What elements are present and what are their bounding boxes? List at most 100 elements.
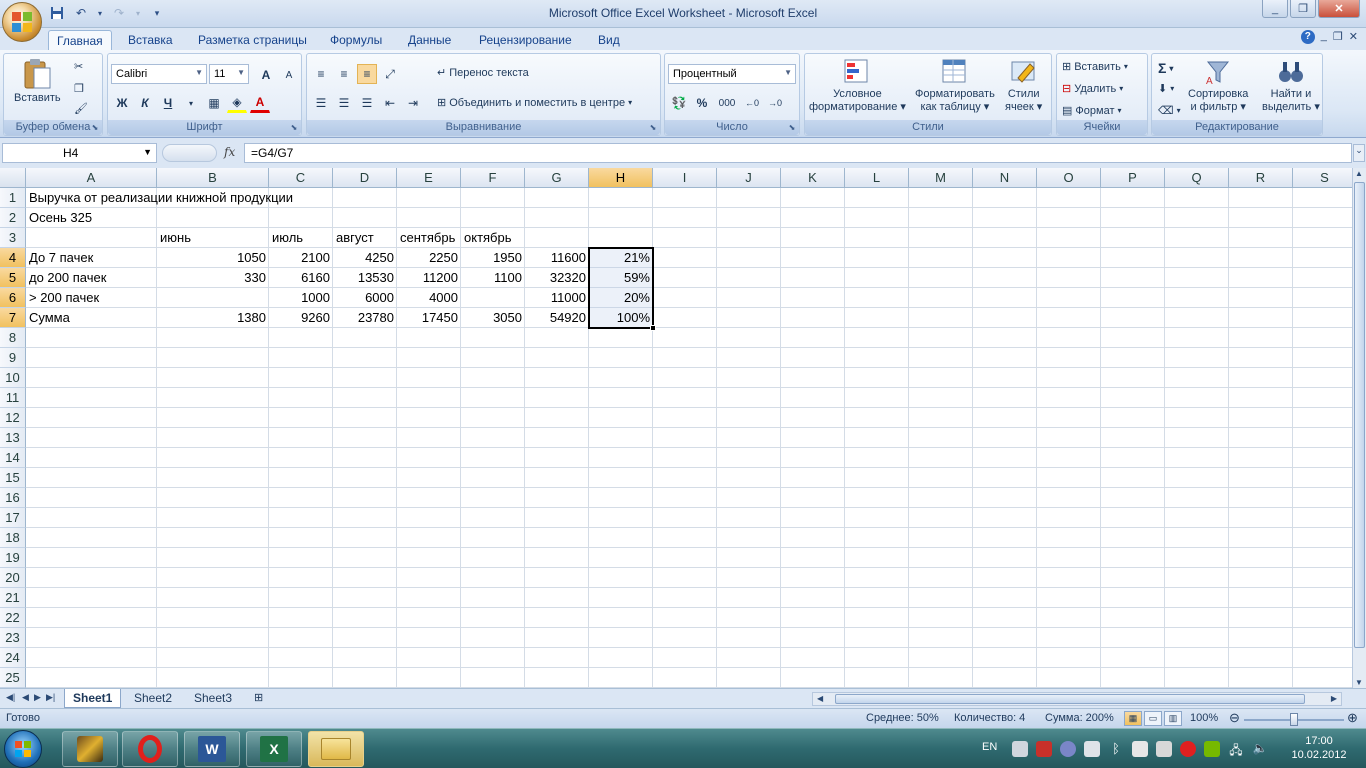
row-header[interactable]: 16 bbox=[0, 488, 26, 508]
orientation-icon[interactable]: ⤢ bbox=[380, 64, 400, 84]
column-header[interactable]: N bbox=[973, 168, 1037, 188]
cell-a1[interactable]: Выручка от реализации книжной продукции bbox=[26, 188, 293, 208]
redo-icon[interactable]: ↷ bbox=[110, 4, 128, 22]
cell-f7[interactable]: 3050 bbox=[461, 308, 525, 328]
tab-review[interactable]: Рецензирование bbox=[471, 30, 580, 50]
workbook-restore-icon[interactable]: ❐ bbox=[1333, 30, 1343, 44]
column-header[interactable]: C bbox=[269, 168, 333, 188]
font-launcher-icon[interactable]: ⬊ bbox=[289, 123, 299, 133]
office-button[interactable] bbox=[2, 2, 42, 42]
zoom-in-icon[interactable]: ⊕ bbox=[1347, 710, 1358, 726]
taskbar-app-excel[interactable]: X bbox=[246, 731, 302, 767]
taskbar-app-game[interactable] bbox=[62, 731, 118, 767]
cell-e7[interactable]: 17450 bbox=[397, 308, 461, 328]
restore-button[interactable]: ❐ bbox=[1290, 0, 1316, 18]
page-break-view-icon[interactable]: ▥ bbox=[1164, 711, 1182, 726]
column-header[interactable]: L bbox=[845, 168, 909, 188]
cell-b3[interactable]: июнь bbox=[157, 228, 269, 248]
workbook-minimize-icon[interactable]: _ bbox=[1321, 30, 1327, 44]
cell-h6[interactable]: 20% bbox=[589, 288, 653, 308]
column-header[interactable]: H bbox=[589, 168, 653, 188]
zoom-slider-thumb[interactable] bbox=[1290, 713, 1298, 726]
currency-icon[interactable]: 💱 bbox=[669, 93, 689, 113]
row-header[interactable]: 3 bbox=[0, 228, 26, 248]
align-left-icon[interactable]: ☰ bbox=[311, 93, 331, 113]
align-bottom-icon[interactable]: ≡ bbox=[357, 64, 377, 84]
name-box[interactable]: H4 ▼ bbox=[2, 143, 157, 163]
bluetooth-icon[interactable]: ᛒ bbox=[1108, 741, 1124, 757]
scroll-down-icon[interactable]: ▼ bbox=[1355, 678, 1363, 687]
fill-color-icon[interactable]: ◈ bbox=[227, 93, 247, 113]
row-header[interactable]: 24 bbox=[0, 648, 26, 668]
clipboard-launcher-icon[interactable]: ⬊ bbox=[90, 123, 100, 133]
formula-bar-splitter[interactable] bbox=[162, 144, 217, 162]
borders-icon[interactable]: ▦ bbox=[204, 93, 224, 113]
help-icon[interactable]: ? bbox=[1300, 30, 1315, 44]
minimize-button[interactable]: _ bbox=[1262, 0, 1288, 18]
sheet-tab-sheet2[interactable]: Sheet2 bbox=[126, 689, 180, 708]
cell-b5[interactable]: 330 bbox=[157, 268, 269, 288]
column-header[interactable]: A bbox=[26, 168, 157, 188]
format-as-table-button[interactable]: Форматировать как таблицу ▾ bbox=[915, 58, 995, 114]
row-header[interactable]: 21 bbox=[0, 588, 26, 608]
taskbar-app-word[interactable]: W bbox=[184, 731, 240, 767]
insert-function-icon[interactable]: fx bbox=[224, 145, 235, 159]
column-header[interactable]: S bbox=[1293, 168, 1352, 188]
column-header[interactable]: F bbox=[461, 168, 525, 188]
cell-b4[interactable]: 1050 bbox=[157, 248, 269, 268]
tray-icon-4[interactable] bbox=[1084, 741, 1100, 757]
close-button[interactable]: ✕ bbox=[1318, 0, 1360, 18]
cell-c6[interactable]: 1000 bbox=[269, 288, 333, 308]
insert-cells-button[interactable]: ⊞ Вставить ▾ bbox=[1062, 60, 1128, 74]
customize-qat-icon[interactable]: ▾ bbox=[148, 4, 166, 22]
underline-dropdown-icon[interactable]: ▾ bbox=[181, 93, 201, 113]
row-header[interactable]: 18 bbox=[0, 528, 26, 548]
tab-insert[interactable]: Вставка bbox=[120, 30, 181, 50]
cell-b7[interactable]: 1380 bbox=[157, 308, 269, 328]
format-cells-button[interactable]: ▤ Формат ▾ bbox=[1062, 104, 1122, 118]
row-header[interactable]: 1 bbox=[0, 188, 26, 208]
increase-indent-icon[interactable]: ⇥ bbox=[403, 93, 423, 113]
network-icon[interactable]: 🖧 bbox=[1228, 741, 1244, 757]
taskbar-app-explorer[interactable] bbox=[308, 731, 364, 767]
alignment-launcher-icon[interactable]: ⬊ bbox=[648, 123, 658, 133]
percent-style-button[interactable]: % bbox=[692, 93, 712, 113]
tray-icon-6[interactable] bbox=[1132, 741, 1148, 757]
start-button[interactable] bbox=[4, 730, 42, 768]
bold-button[interactable]: Ж bbox=[112, 93, 132, 113]
scroll-right-icon[interactable]: ▶ bbox=[1331, 694, 1337, 703]
increase-decimal-icon[interactable]: ←0 bbox=[742, 93, 762, 113]
font-color-icon[interactable]: A bbox=[250, 93, 270, 113]
horizontal-scrollbar[interactable]: ◀ ▶ bbox=[812, 692, 1342, 706]
cell-d5[interactable]: 13530 bbox=[333, 268, 397, 288]
clear-icon[interactable]: ⌫ ▾ bbox=[1158, 104, 1181, 117]
cell-h7[interactable]: 100% bbox=[589, 308, 653, 328]
shrink-font-button[interactable]: A bbox=[279, 65, 299, 85]
last-sheet-icon[interactable]: ▶| bbox=[46, 692, 55, 703]
prev-sheet-icon[interactable]: ◀ bbox=[22, 692, 29, 703]
undo-dropdown-icon[interactable]: ▾ bbox=[96, 4, 104, 22]
row-header[interactable]: 5 bbox=[0, 268, 26, 288]
vertical-scroll-thumb[interactable] bbox=[1354, 182, 1365, 648]
row-header[interactable]: 11 bbox=[0, 388, 26, 408]
clock[interactable]: 17:00 10.02.2012 bbox=[1284, 734, 1354, 762]
cell-g5[interactable]: 32320 bbox=[525, 268, 589, 288]
workbook-close-icon[interactable]: ✕ bbox=[1349, 30, 1358, 44]
cell-c3[interactable]: июль bbox=[269, 228, 333, 248]
cell-g7[interactable]: 54920 bbox=[525, 308, 589, 328]
cell-d4[interactable]: 4250 bbox=[333, 248, 397, 268]
align-right-icon[interactable]: ☰ bbox=[357, 93, 377, 113]
cell-c7[interactable]: 9260 bbox=[269, 308, 333, 328]
tray-icon-3[interactable] bbox=[1060, 741, 1076, 757]
cell-g6[interactable]: 11000 bbox=[525, 288, 589, 308]
row-header[interactable]: 9 bbox=[0, 348, 26, 368]
scroll-up-icon[interactable]: ▲ bbox=[1355, 169, 1363, 178]
cell-e6[interactable]: 4000 bbox=[397, 288, 461, 308]
grow-font-button[interactable]: A bbox=[256, 65, 276, 85]
delete-cells-button[interactable]: ⊟ Удалить ▾ bbox=[1062, 82, 1123, 96]
cell-f5[interactable]: 1100 bbox=[461, 268, 525, 288]
cell-g4[interactable]: 11600 bbox=[525, 248, 589, 268]
column-header[interactable]: E bbox=[397, 168, 461, 188]
conditional-formatting-button[interactable]: Условное форматирование ▾ bbox=[809, 58, 906, 114]
column-header[interactable]: O bbox=[1037, 168, 1101, 188]
